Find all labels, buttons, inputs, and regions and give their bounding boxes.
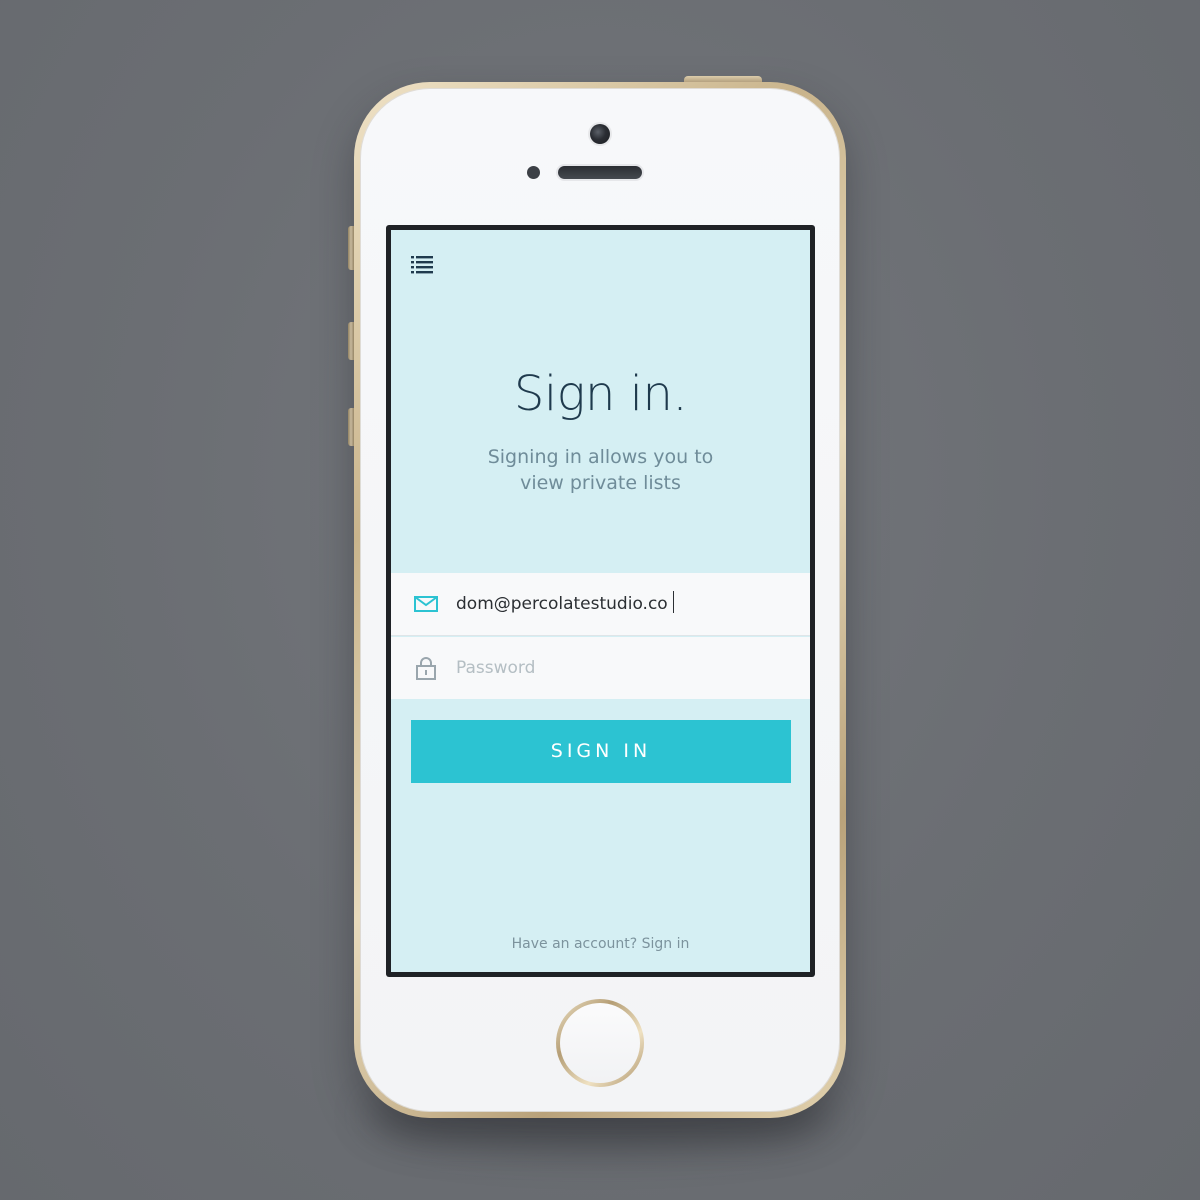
earpiece-speaker [558,166,642,179]
envelope-icon [413,591,439,617]
footer-sign-in-link[interactable]: Sign in [642,936,690,952]
footer: Have an account? Sign in [391,936,810,952]
subtitle-line-1: Signing in allows you to [487,446,714,468]
device-mockup: Sign in. Signing in allows you to view p… [0,0,1200,1200]
app-screen: Sign in. Signing in allows you to view p… [391,230,810,972]
list-menu-icon[interactable] [411,256,433,274]
lock-icon [413,655,439,681]
proximity-sensor [527,166,540,179]
password-input[interactable] [456,653,776,683]
footer-text: Have an account? [511,936,638,952]
front-camera-icon [590,124,610,144]
password-field[interactable] [391,637,810,699]
home-button [560,1003,640,1083]
text-caret [672,591,675,613]
page-subtitle: Signing in allows you to view private li… [451,444,750,496]
sign-in-button[interactable]: SIGN IN [411,720,791,783]
email-value[interactable]: dom@percolatestudio.co [456,591,675,615]
subtitle-line-2: view private lists [520,472,681,494]
email-field[interactable]: dom@percolatestudio.co [391,573,810,636]
page-title: Sign in. [513,366,688,422]
email-text: dom@percolatestudio.co [456,594,668,614]
